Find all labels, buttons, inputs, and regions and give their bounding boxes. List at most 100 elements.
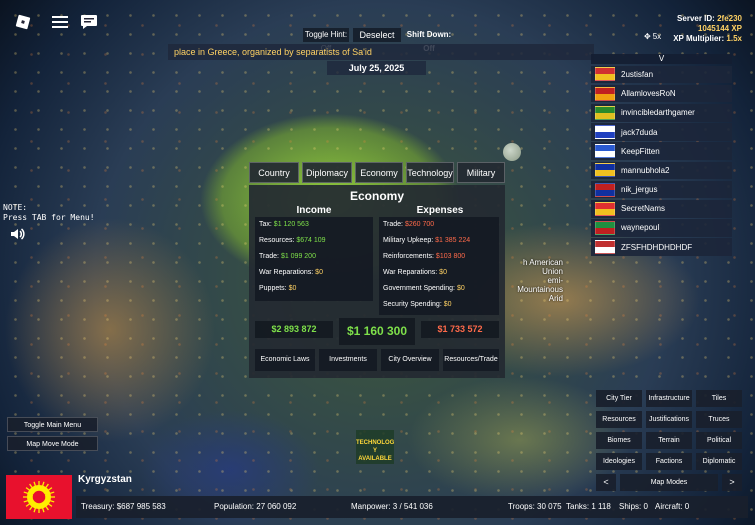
server-id-value: 2fe230 (717, 14, 742, 23)
player-flag (595, 125, 615, 139)
speaker-icon[interactable] (6, 223, 28, 245)
player-row[interactable]: nik_jergus (591, 180, 732, 199)
map-modes-grid: City Tier Infrastructure Tiles Resources Jus… (596, 390, 742, 510)
population-stat: Population: 27 060 092 (214, 502, 297, 511)
economy-city-overview-button[interactable]: City Overview (381, 349, 439, 371)
income-value: $0 (315, 269, 323, 276)
tab-military[interactable]: Military (457, 162, 505, 183)
map-mode-political-button[interactable]: Political (696, 432, 742, 449)
income-total: $2 893 872 (255, 321, 333, 338)
player-row[interactable]: KeepFitten (591, 142, 732, 160)
player-list: V 2ustisfan AllamlovesRoN invincibledarthg… (591, 54, 732, 256)
expenses-line: Security Spending: $0 (379, 297, 499, 313)
server-id-label: Server ID: (677, 14, 715, 23)
roblox-icon[interactable] (12, 11, 34, 33)
map-mode-truces-button[interactable]: Truces (696, 411, 742, 428)
income-value: $674 109 (296, 237, 326, 244)
economy-investments-button[interactable]: Investments (319, 349, 377, 371)
region-label: h American Union emi-Mountainous Arid (505, 258, 563, 303)
news-ticker: place in Greece, organized by separatist… (168, 44, 594, 60)
income-label: Puppets: (259, 285, 287, 292)
ships-stat: Ships: 0 (619, 502, 648, 511)
player-name: ZFSFHDHDHDHDF (621, 242, 693, 252)
region-label-line: Arid (548, 294, 563, 303)
economy-panel: Economy Income Expenses Tax: $1 120 563 R… (249, 185, 505, 378)
shift-down-status: Shift Down: Off (406, 30, 452, 53)
player-flag (595, 163, 615, 178)
tab-economy[interactable]: Economy (355, 162, 403, 183)
player-row[interactable]: invincibledarthgamer (591, 104, 732, 122)
manpower-stat: Manpower: 3 / 541 036 (351, 502, 433, 511)
country-flag[interactable] (6, 475, 72, 519)
expenses-header: Expenses (416, 205, 464, 216)
note-text: Press TAB for Menu! (3, 213, 95, 222)
player-row[interactable]: jack7duda (591, 123, 732, 141)
technology-available-notice[interactable]: TECHNOLOG Y AVAILABLE (356, 430, 394, 464)
treasury-stat: Treasury: $687 985 583 (81, 502, 166, 511)
menu-icon[interactable] (49, 11, 71, 33)
map-mode-resources-button[interactable]: Resources (596, 411, 642, 428)
player-row[interactable]: waynepoul (591, 219, 732, 237)
player-row[interactable]: SecretNams (591, 200, 732, 218)
map-move-mode-button[interactable]: Map Move Mode (7, 436, 98, 451)
chat-icon[interactable] (78, 11, 100, 33)
player-name: waynepoul (621, 223, 660, 233)
income-line: Trade: $1 099 200 (255, 249, 373, 265)
map-mode-infrastructure-button[interactable]: Infrastructure (646, 390, 692, 407)
expenses-label: War Reparations: (383, 269, 438, 276)
player-row[interactable]: ZFSFHDHDHDHDF (591, 238, 732, 256)
economy-economic-laws-button[interactable]: Economic Laws (255, 349, 315, 371)
expense-total: $1 733 572 (421, 321, 499, 338)
map-mode-terrain-button[interactable]: Terrain (646, 432, 692, 449)
player-flag (595, 67, 615, 82)
player-row[interactable]: mannubhola2 (591, 161, 732, 180)
stats-bar: Treasury: $687 985 583 Population: 27 06… (76, 496, 748, 518)
expenses-value: $260 700 (404, 221, 435, 228)
move-icon: ✥ (644, 32, 651, 41)
tanks-stat: Tanks: 1 118 (566, 502, 611, 511)
income-label: Trade: (259, 253, 279, 260)
player-row[interactable]: 2ustisfan (591, 65, 732, 84)
server-info: Server ID: 2fe230 1045144 XP XP Multipli… (650, 14, 742, 44)
player-list-toggle[interactable]: V (591, 54, 732, 64)
map-mode-diplomatic-button[interactable]: Diplomatic (696, 453, 742, 470)
map-mode-justifications-button[interactable]: Justifications (646, 411, 692, 428)
map-modes-next-button[interactable]: > (722, 474, 742, 491)
zoom-indicator: ✥ 5x (644, 32, 661, 41)
map-modes-prev-button[interactable]: < (596, 474, 616, 491)
map-mode-city tier-button[interactable]: City Tier (596, 390, 642, 407)
country-name: Kyrgyzstan (78, 474, 132, 485)
region-label-line: emi-Mountainous (517, 276, 563, 294)
income-value: $1 120 563 (273, 221, 309, 228)
income-value: $0 (288, 285, 297, 292)
map-mode-ideologies-button[interactable]: Ideologies (596, 453, 642, 470)
tab-diplomacy[interactable]: Diplomacy (302, 162, 352, 183)
tab-technology[interactable]: Technology (406, 162, 454, 183)
expenses-line: Trade: $260 700 (379, 217, 499, 233)
toggle-hint-button[interactable]: Toggle Hint: Off (303, 28, 349, 53)
toggle-main-menu-button[interactable]: Toggle Main Menu (7, 417, 98, 432)
expense-list: Trade: $260 700 Military Upkeep: $1 385 2… (379, 217, 499, 315)
player-flag (595, 105, 615, 120)
expenses-value: $103 800 (435, 253, 466, 260)
income-label: War Reparations: (259, 269, 314, 276)
income-label: Resources: (259, 237, 295, 244)
deselect-button[interactable]: Deselect (353, 28, 401, 42)
player-flag (595, 240, 615, 255)
player-name: SecretNams (621, 204, 666, 214)
income-header: Income (296, 205, 332, 216)
tech-notice-line: Y AVAILABLE (358, 448, 392, 462)
aircraft-stat: Aircraft: 0 (655, 502, 690, 511)
economy-resources-trade-button[interactable]: Resources/Trade (443, 349, 499, 371)
map-mode-tiles-button[interactable]: Tiles (696, 390, 742, 407)
expenses-line: Military Upkeep: $1 385 224 (379, 233, 499, 249)
income-label: Tax: (259, 221, 272, 228)
map-mode-biomes-button[interactable]: Biomes (596, 432, 642, 449)
expenses-line: Reinforcements: $103 800 (379, 249, 499, 265)
tab-country[interactable]: Country (249, 162, 299, 183)
player-row[interactable]: AllamlovesRoN (591, 84, 732, 103)
expenses-line: Government Spending: $0 (379, 281, 499, 297)
map-mode-factions-button[interactable]: Factions (646, 453, 692, 470)
expenses-label: Military Upkeep: (383, 237, 434, 244)
player-name: AllamlovesRoN (621, 89, 676, 99)
